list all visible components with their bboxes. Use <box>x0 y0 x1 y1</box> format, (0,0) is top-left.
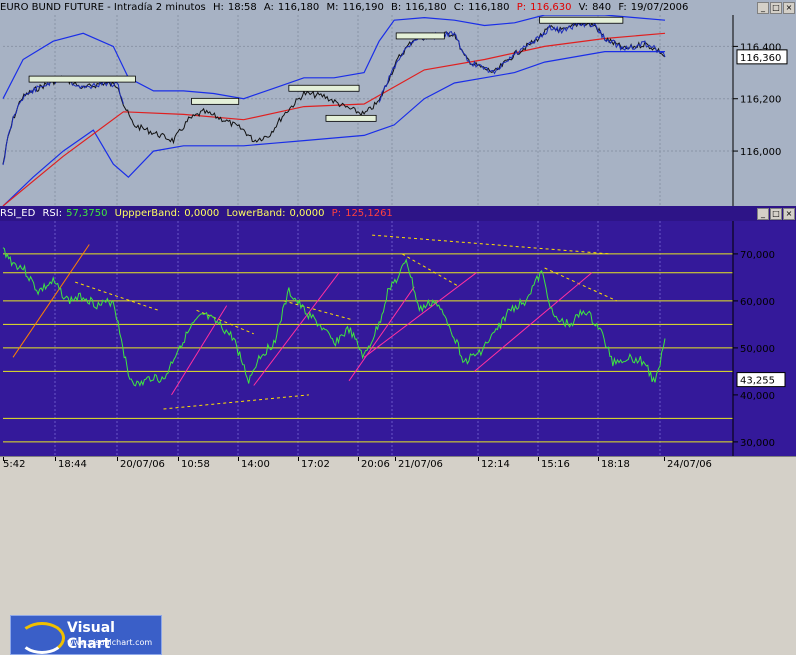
v-label: V: <box>578 2 589 13</box>
rsi-y-tick-label: 70,000 <box>740 250 775 261</box>
logo-name: Visual Chart <box>67 620 115 652</box>
time-tick <box>664 457 665 461</box>
resistance-line <box>283 300 353 321</box>
uptrend-line <box>363 272 477 358</box>
time-tick-label: 15:16 <box>541 459 570 470</box>
rsi-name: RSI_ED <box>0 208 36 219</box>
rsi-value: 57,3750 <box>66 208 108 219</box>
time-tick-label: 5:42 <box>3 459 26 470</box>
rsi-maximize-button[interactable]: □ <box>770 208 782 220</box>
time-tick-label: 20:06 <box>361 459 390 470</box>
time-tick-label: 10:58 <box>181 459 210 470</box>
rsi-y-tick-label: 40,000 <box>740 391 775 402</box>
rsi-panel: 70,000 60,000 50,000 40,000 30,000 43,255 RSI… <box>0 206 796 655</box>
upper-band-value: 0,0000 <box>184 208 220 219</box>
time-tick <box>298 457 299 461</box>
resistance-line <box>372 234 610 255</box>
price-panel: 116,400 116,200 116,000 116,360 EURO BUND F… <box>0 0 796 206</box>
top-box-annotation <box>191 97 240 105</box>
price-last-value: 116,360 <box>740 53 781 64</box>
p-label: P: <box>516 2 527 13</box>
uptrend-line <box>171 305 228 396</box>
rsi-last-value: 43,255 <box>740 376 775 387</box>
c-label: C: <box>453 2 465 13</box>
time-tick <box>358 457 359 461</box>
time-tick <box>3 457 4 461</box>
uptrend-line <box>253 272 340 386</box>
bottom-box-annotation <box>325 114 377 122</box>
time-tick <box>238 457 239 461</box>
rsi-line <box>2 247 666 387</box>
top-box-annotation <box>28 75 136 83</box>
c-value: 116,180 <box>468 2 510 13</box>
resistance-line <box>401 253 460 288</box>
time-tick-label: 21/07/06 <box>398 459 443 470</box>
price-header: EURO BUND FUTURE - Intradía 2 minutos H:… <box>0 0 796 15</box>
time-tick-label: 18:44 <box>58 459 87 470</box>
visual-chart-logo[interactable]: Visual Chart www.visualchart.com <box>10 615 162 655</box>
time-tick <box>598 457 599 461</box>
time-tick-label: 24/07/06 <box>667 459 712 470</box>
v-value: 840 <box>592 2 612 13</box>
b-value: 116,180 <box>405 2 447 13</box>
price-y-tick-label: 116,200 <box>740 95 781 106</box>
rsi-header: RSI_ED RSI: 57,3750 UppperBand: 0,0000 Low… <box>0 206 796 221</box>
a-label: A: <box>263 2 274 13</box>
rsi-p-value: 125,1261 <box>345 208 393 219</box>
rsi-chart: 70,000 60,000 50,000 40,000 30,000 43,255 <box>2 221 796 456</box>
h-label: H: <box>212 2 224 13</box>
time-tick <box>538 457 539 461</box>
h-value: 18:58 <box>227 2 257 13</box>
time-tick <box>117 457 118 461</box>
rsi-minimize-button[interactable]: _ <box>757 208 769 220</box>
rsi-y-tick-label: 50,000 <box>740 344 775 355</box>
lower-band-line <box>2 51 665 206</box>
time-tick-label: 18:18 <box>601 459 630 470</box>
rsi-y-tick-label: 30,000 <box>740 438 775 449</box>
upper-band-label: UppperBand: <box>114 208 181 219</box>
top-box-annotation <box>539 16 624 24</box>
time-tick <box>178 457 179 461</box>
a-value: 116,180 <box>277 2 320 13</box>
price-chart: 116,400116,200116,000116,360 <box>2 14 796 206</box>
m-value: 116,190 <box>342 2 384 13</box>
time-tick <box>55 457 56 461</box>
f-label: F: <box>618 2 627 13</box>
logo-swoosh-icon <box>19 622 65 654</box>
rsi-label: RSI: <box>42 208 63 219</box>
m-label: M: <box>326 2 339 13</box>
support-line <box>163 394 309 410</box>
time-tick-label: 20/07/06 <box>120 459 165 470</box>
lower-band-label: LowerBand: <box>226 208 286 219</box>
price-header-title: EURO BUND FUTURE - Intradía 2 minutos <box>0 2 206 13</box>
rsi-p-label: P: <box>331 208 342 219</box>
rsi-close-button[interactable]: × <box>783 208 795 220</box>
top-box-annotation <box>288 84 360 92</box>
maximize-button[interactable]: □ <box>770 2 782 14</box>
lower-band-value: 0,0000 <box>289 208 325 219</box>
time-tick <box>478 457 479 461</box>
time-tick <box>395 457 396 461</box>
price-y-tick-label: 116,000 <box>740 147 781 158</box>
close-button[interactable]: × <box>783 2 795 14</box>
time-tick-label: 17:02 <box>301 459 330 470</box>
time-tick-label: 14:00 <box>241 459 270 470</box>
p-value: 116,630 <box>530 2 572 13</box>
top-box-annotation <box>395 32 445 40</box>
minimize-button[interactable]: _ <box>757 2 769 14</box>
b-label: B: <box>391 2 402 13</box>
rsi-y-tick-label: 60,000 <box>740 297 775 308</box>
f-value: 19/07/2006 <box>630 2 689 13</box>
time-tick-label: 12:14 <box>481 459 510 470</box>
time-axis: 5:42 18:44 20/07/06 10:58 14:00 17:02 20:06 21/… <box>0 456 796 474</box>
logo-url: www.visualchart.com <box>67 638 153 647</box>
